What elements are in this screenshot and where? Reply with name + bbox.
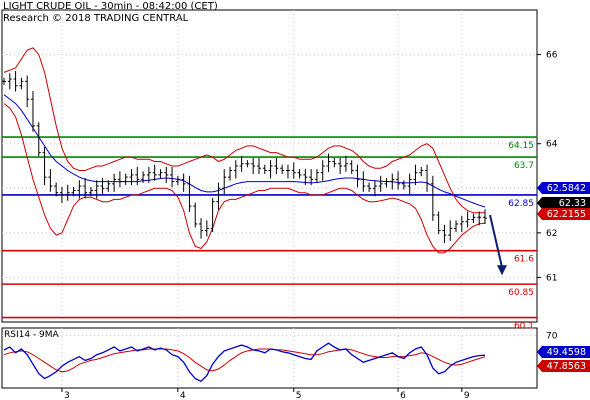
level-label: 63.7: [514, 161, 534, 171]
x-axis-label: 4: [180, 391, 186, 400]
x-axis-label: 5: [296, 391, 302, 400]
moving-average-line: [3, 94, 486, 208]
level-label: 64.15: [508, 141, 534, 151]
level-label: 62.85: [508, 199, 534, 209]
rsi-value-tag-label: 49.4598: [547, 347, 586, 358]
price-panel-frame: [1, 9, 538, 323]
price-axis-label: 62: [546, 229, 557, 239]
price-axis-label: 66: [546, 51, 558, 61]
value-tag-label: 62.2155: [547, 209, 586, 220]
value-tag-label: 62.33: [559, 198, 586, 209]
level-label: 60.85: [508, 288, 534, 298]
rsi-panel-title: RSI14 - 9MA: [4, 330, 60, 340]
forecast-arrow-shaft: [489, 214, 503, 268]
rsi-axis-label: 70: [546, 332, 558, 342]
level-label: 61.6: [514, 255, 534, 265]
x-axis-label: 9: [464, 391, 470, 400]
x-axis-label: 6: [400, 391, 406, 400]
price-axis-label: 61: [546, 273, 557, 283]
rsi-value-tag-label: 47.8563: [547, 361, 586, 372]
level-label: 60.1: [514, 322, 534, 332]
bollinger-lower-line: [3, 103, 486, 254]
price-axis-label: 64: [546, 140, 558, 150]
value-tag-label: 62.5842: [547, 183, 586, 194]
rsi-ma-line: [3, 348, 486, 373]
x-axis-label: 3: [64, 391, 70, 400]
rsi-line: [3, 342, 486, 383]
forecast-arrow-head: [497, 265, 507, 276]
bollinger-upper-line: [3, 47, 485, 214]
price-chart: 6664636261345697064.1563.762.8561.660.85…: [1, 9, 590, 400]
